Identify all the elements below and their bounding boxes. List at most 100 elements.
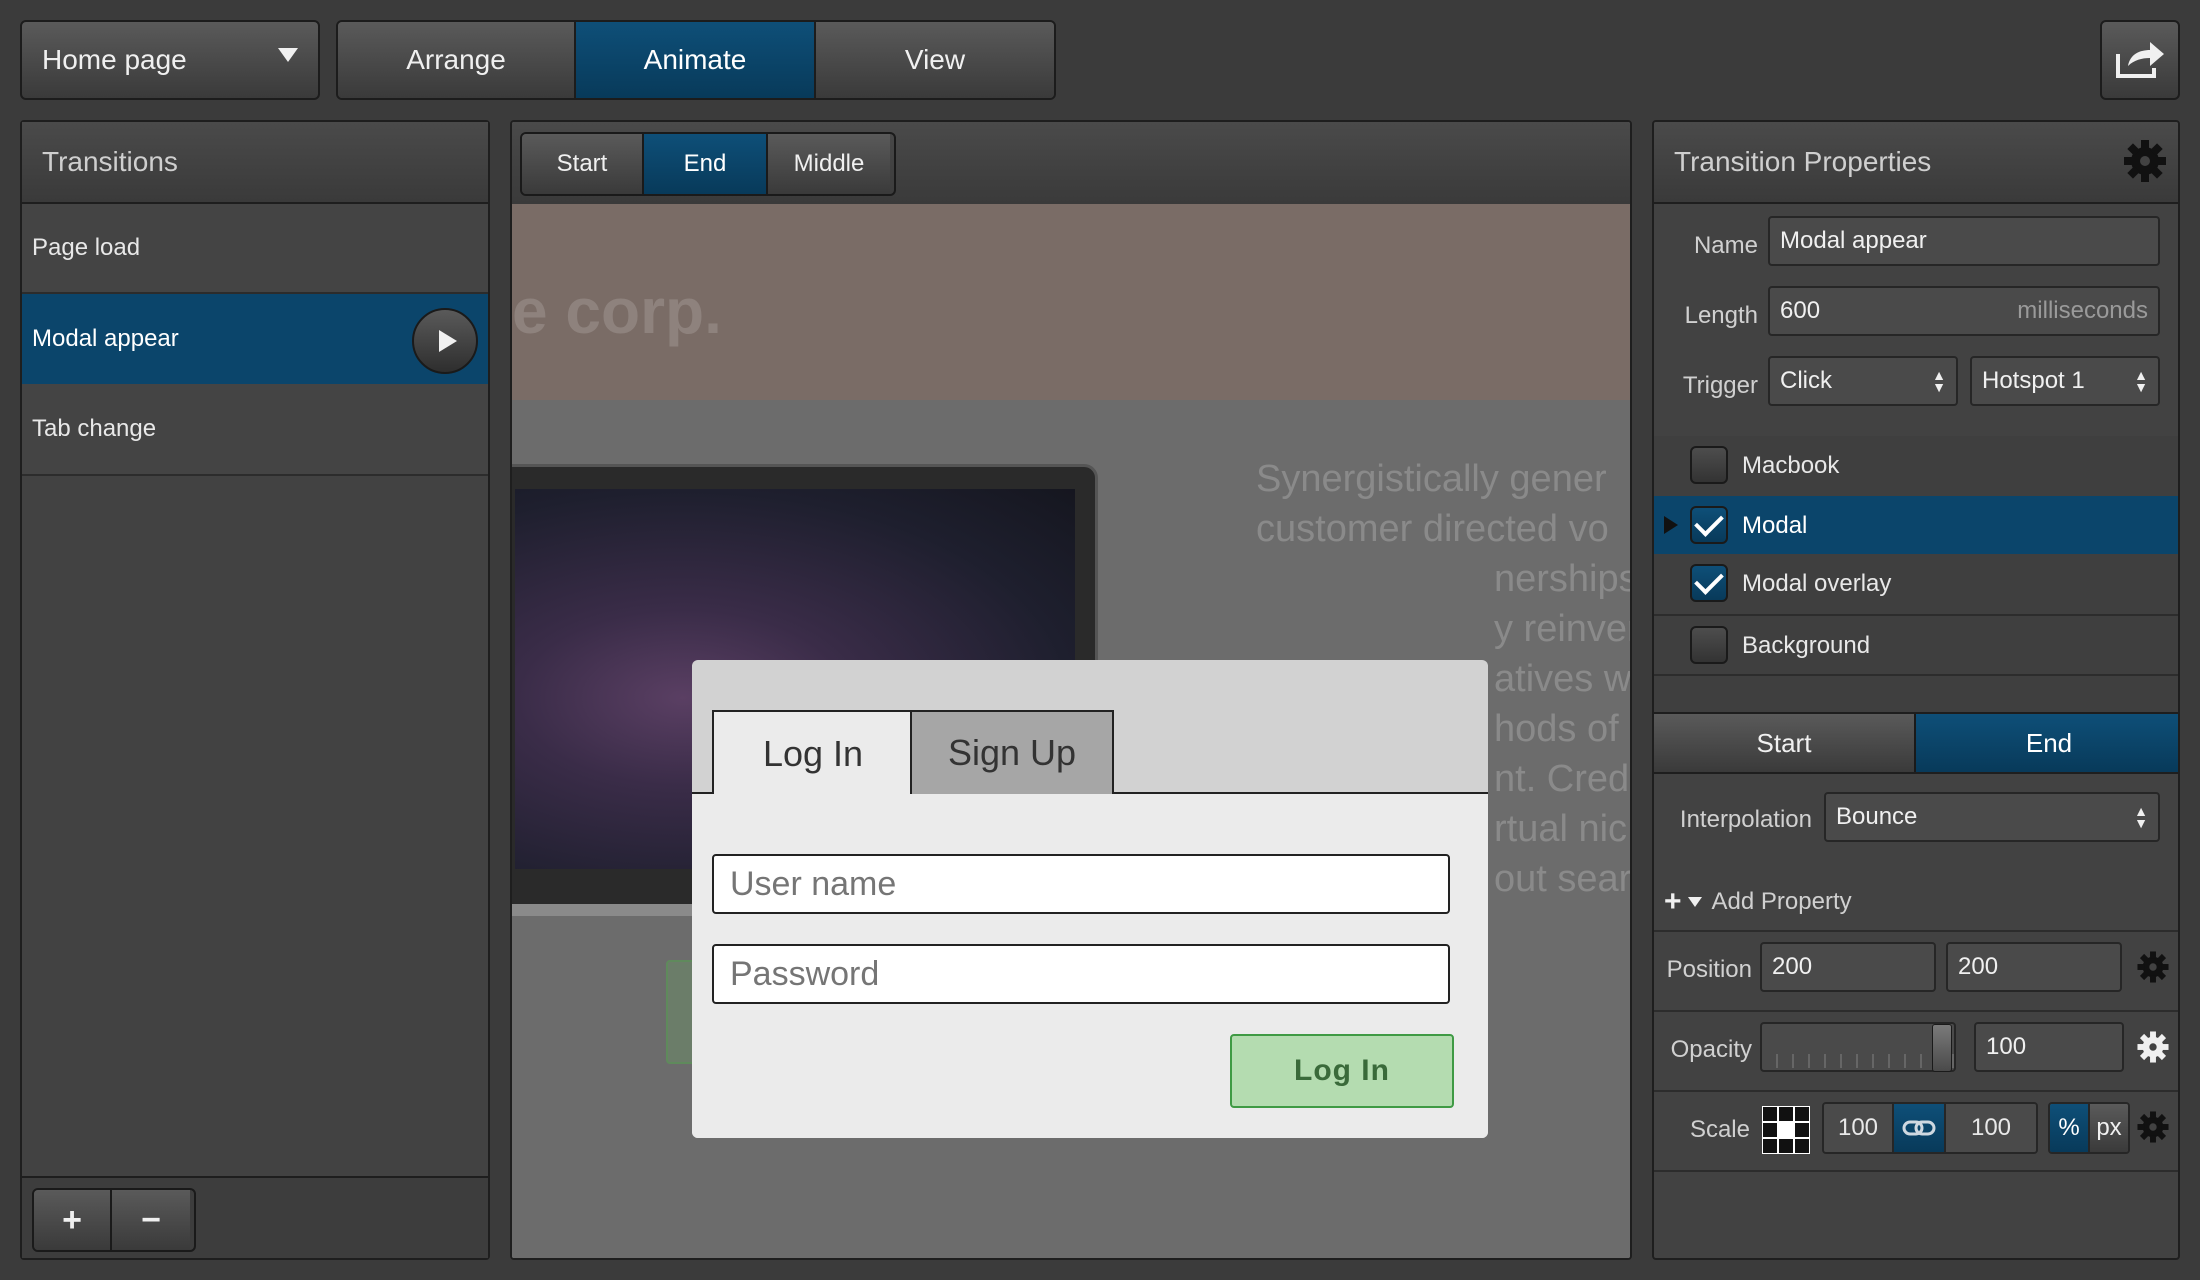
- interpolation-label: Interpolation: [1679, 806, 1812, 833]
- state-end-button[interactable]: End: [644, 134, 768, 194]
- gear-icon[interactable]: [2136, 1110, 2170, 1144]
- tab-sign-up-label: Sign Up: [947, 732, 1077, 773]
- layer-label: Modal: [1742, 512, 1808, 539]
- layer-label: Macbook: [1742, 452, 1840, 479]
- layer-item-modal-overlay[interactable]: Modal overlay: [1654, 554, 2178, 616]
- page-preview[interactable]: e corp. Synergistically gener customer d…: [512, 204, 1632, 1258]
- unit-percent-button[interactable]: %: [2050, 1104, 2090, 1152]
- position-y-field[interactable]: 200: [1946, 942, 2122, 992]
- transitions-panel: Transitions Page load Modal appear Tab c…: [20, 120, 490, 1260]
- property-state-start-tab[interactable]: Start: [1654, 714, 1916, 772]
- select-arrows-icon: ▲ ▼: [2134, 803, 2148, 831]
- transition-item-label: Modal appear: [32, 325, 179, 352]
- gear-icon[interactable]: [2136, 950, 2170, 984]
- trigger-event-value: Click: [1780, 367, 1832, 394]
- position-x-field[interactable]: 200: [1760, 942, 1936, 992]
- add-transition-button[interactable]: +: [34, 1190, 112, 1250]
- layer-checkbox[interactable]: [1690, 626, 1728, 664]
- layer-item-background[interactable]: Background: [1654, 614, 2178, 676]
- transition-item-modal-appear[interactable]: Modal appear: [22, 294, 488, 384]
- brand-logo-text: e corp.: [512, 275, 722, 347]
- body-line: customer directed vo: [1256, 508, 1609, 550]
- modal-body: Log In: [692, 794, 1488, 1138]
- page-header-band: e corp.: [512, 204, 1630, 400]
- opacity-row: Opacity 100: [1654, 1010, 2178, 1092]
- play-button[interactable]: [412, 308, 478, 374]
- login-modal: Log In Sign Up Log In: [692, 660, 1488, 1138]
- properties-form: Name Modal appear Length 600 millisecond…: [1654, 204, 2178, 438]
- state-switcher: Start End Middle: [520, 132, 896, 196]
- page-selector[interactable]: Home page: [20, 20, 320, 100]
- add-property-button[interactable]: + Add Property: [1654, 874, 2178, 932]
- property-state-tabs: Start End: [1654, 712, 2178, 774]
- position-label: Position: [1666, 956, 1752, 983]
- name-field[interactable]: Modal appear: [1768, 216, 2160, 266]
- layer-label: Modal overlay: [1742, 570, 1892, 597]
- page-selector-label: Home page: [42, 44, 187, 75]
- trigger-target-select[interactable]: Hotspot 1 ▲ ▼: [1970, 356, 2160, 406]
- scale-fields: 100 100: [1822, 1102, 2038, 1154]
- login-submit-button[interactable]: Log In: [1230, 1034, 1454, 1108]
- transitions-header: Transitions: [22, 122, 488, 204]
- body-line: nerships: [1494, 558, 1632, 600]
- length-field-value: 600: [1780, 297, 1821, 324]
- mode-arrange-button[interactable]: Arrange: [338, 22, 576, 98]
- opacity-value: 100: [1986, 1033, 2027, 1060]
- trigger-event-select[interactable]: Click ▲ ▼: [1768, 356, 1958, 406]
- layer-list: Macbook Modal Modal overlay Background: [1654, 436, 2178, 712]
- canvas-header: Start End Middle: [512, 122, 1630, 206]
- transition-item-tab-change[interactable]: Tab change: [22, 384, 488, 476]
- username-input[interactable]: [712, 854, 1450, 914]
- interpolation-select[interactable]: Bounce ▲ ▼: [1824, 792, 2160, 842]
- tab-log-in-label: Log In: [762, 733, 864, 774]
- share-button[interactable]: [2100, 20, 2180, 100]
- position-x-value: 200: [1772, 953, 1813, 980]
- chevron-down-icon: [1687, 897, 1702, 907]
- tab-sign-up[interactable]: Sign Up: [910, 710, 1114, 794]
- trigger-label: Trigger: [1682, 372, 1758, 399]
- properties-title: Transition Properties: [1674, 146, 1932, 177]
- remove-transition-button[interactable]: −: [112, 1190, 190, 1250]
- mode-animate-button[interactable]: Animate: [576, 22, 816, 98]
- transitions-title: Transitions: [42, 146, 178, 177]
- position-row: Position 200 200: [1654, 930, 2178, 1012]
- scale-y-field[interactable]: 100: [1946, 1104, 2036, 1152]
- password-input[interactable]: [712, 944, 1450, 1004]
- layer-checkbox[interactable]: [1690, 506, 1728, 544]
- transitions-footer: + −: [22, 1176, 488, 1258]
- gear-icon[interactable]: [2122, 138, 2168, 184]
- length-field[interactable]: 600 milliseconds: [1768, 286, 2160, 336]
- opacity-slider[interactable]: [1760, 1022, 1956, 1072]
- unit-px-button[interactable]: px: [2090, 1104, 2128, 1152]
- mode-view-button[interactable]: View: [816, 22, 1054, 98]
- state-middle-button[interactable]: Middle: [768, 134, 890, 194]
- trigger-target-value: Hotspot 1: [1982, 367, 2085, 394]
- length-label: Length: [1684, 302, 1758, 329]
- transition-item-label: Tab change: [32, 415, 157, 442]
- scale-x-field[interactable]: 100: [1824, 1104, 1894, 1152]
- layer-checkbox[interactable]: [1690, 564, 1728, 602]
- state-start-button[interactable]: Start: [522, 134, 644, 194]
- properties-header: Transition Properties: [1654, 122, 2178, 204]
- expand-triangle-icon[interactable]: [1664, 516, 1678, 534]
- checkmark-icon: [1694, 507, 1724, 537]
- gear-icon[interactable]: [2136, 1030, 2170, 1064]
- scale-link-toggle[interactable]: [1894, 1104, 1946, 1152]
- layer-item-modal[interactable]: Modal: [1654, 496, 2178, 554]
- link-icon: [1902, 1120, 1936, 1136]
- scale-anchor-grid-icon[interactable]: [1762, 1106, 1810, 1154]
- tab-log-in[interactable]: Log In: [712, 710, 914, 796]
- property-state-end-tab[interactable]: End: [1916, 714, 2178, 772]
- length-unit: milliseconds: [2017, 297, 2148, 324]
- opacity-label: Opacity: [1670, 1036, 1752, 1063]
- transition-item-page-load[interactable]: Page load: [22, 204, 488, 294]
- layer-checkbox[interactable]: [1690, 446, 1728, 484]
- opacity-slider-handle[interactable]: [1932, 1024, 1952, 1072]
- interpolation-row: Interpolation Bounce ▲ ▼: [1654, 774, 2178, 874]
- scale-label: Scale: [1689, 1116, 1750, 1143]
- position-y-value: 200: [1958, 953, 1999, 980]
- opacity-field[interactable]: 100: [1974, 1022, 2124, 1072]
- layer-item-macbook[interactable]: Macbook: [1654, 436, 2178, 498]
- plus-icon: +: [1664, 885, 1682, 918]
- checkmark-icon: [1694, 565, 1724, 595]
